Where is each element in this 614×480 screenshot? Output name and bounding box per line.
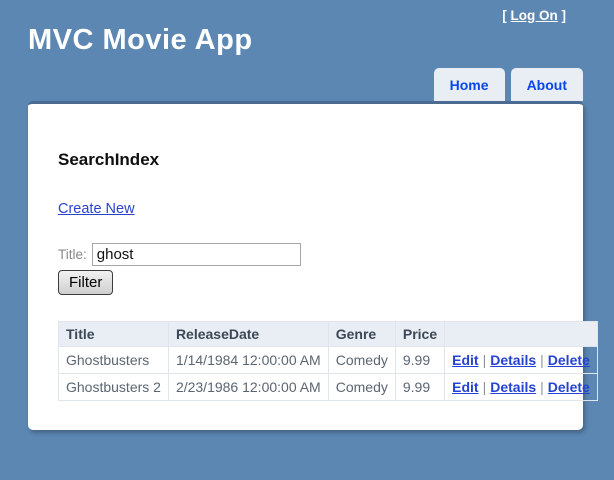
table-row: Ghostbusters 1/14/1984 12:00:00 AM Comed… (58, 346, 598, 374)
row-actions-cell: Edit | Details | Delete (444, 373, 598, 401)
details-link[interactable]: Details (490, 379, 536, 395)
page: [ Log On ] MVC Movie App Home About Sear… (0, 0, 614, 480)
details-link[interactable]: Details (490, 352, 536, 368)
column-header-releasedate: ReleaseDate (167, 321, 329, 347)
title-filter-label: Title: (58, 247, 87, 262)
movies-table-body: Ghostbusters 1/14/1984 12:00:00 AM Comed… (58, 346, 598, 401)
action-separator: | (482, 352, 487, 368)
movie-date-cell: 1/14/1984 12:00:00 AM (167, 346, 329, 374)
row-actions-cell: Edit | Details | Delete (444, 346, 598, 374)
site-header: [ Log On ] MVC Movie App Home About (0, 0, 614, 101)
log-on-link[interactable]: Log On (511, 8, 558, 23)
column-header-actions (444, 321, 598, 347)
title-filter-input[interactable] (91, 243, 301, 266)
login-status: [ Log On ] (502, 8, 566, 23)
create-new-link[interactable]: Create New (58, 201, 135, 217)
delete-link[interactable]: Delete (548, 379, 590, 395)
filter-button[interactable]: Filter (58, 270, 114, 295)
column-header-price: Price (394, 321, 446, 347)
tab-home[interactable]: Home (433, 68, 505, 101)
table-row: Ghostbusters 2 2/23/1986 12:00:00 AM Com… (58, 373, 598, 401)
column-header-genre: Genre (327, 321, 396, 347)
movie-title-cell: Ghostbusters (58, 346, 169, 374)
delete-link[interactable]: Delete (548, 352, 590, 368)
main-menu: Home About (433, 68, 583, 101)
create-new-row: Create New (58, 201, 554, 217)
main-content: SearchIndex Create New Title: Filter Tit… (28, 101, 598, 430)
column-header-title: Title (58, 321, 169, 347)
login-bracket-close: ] (557, 8, 567, 23)
movie-title-cell: Ghostbusters 2 (58, 373, 169, 401)
action-separator: | (482, 379, 487, 395)
movie-date-cell: 2/23/1986 12:00:00 AM (167, 373, 329, 401)
movie-price-cell: 9.99 (394, 346, 446, 374)
header-row: Title ReleaseDate Genre Price (58, 321, 598, 347)
movie-genre-cell: Comedy (327, 373, 396, 401)
action-separator: | (540, 379, 544, 395)
tab-about[interactable]: About (510, 68, 583, 101)
edit-link[interactable]: Edit (452, 379, 478, 395)
search-filter-form: Title: Filter (58, 243, 554, 295)
movie-genre-cell: Comedy (327, 346, 396, 374)
edit-link[interactable]: Edit (452, 352, 478, 368)
app-title: MVC Movie App (28, 24, 253, 56)
login-bracket-open: [ (502, 8, 511, 23)
title-filter-line: Title: (58, 243, 554, 266)
movies-table-head: Title ReleaseDate Genre Price (58, 321, 598, 347)
movie-price-cell: 9.99 (394, 373, 446, 401)
page-title: SearchIndex (58, 150, 160, 169)
movies-table: Title ReleaseDate Genre Price Ghostbuste… (58, 321, 598, 401)
action-separator: | (540, 352, 544, 368)
